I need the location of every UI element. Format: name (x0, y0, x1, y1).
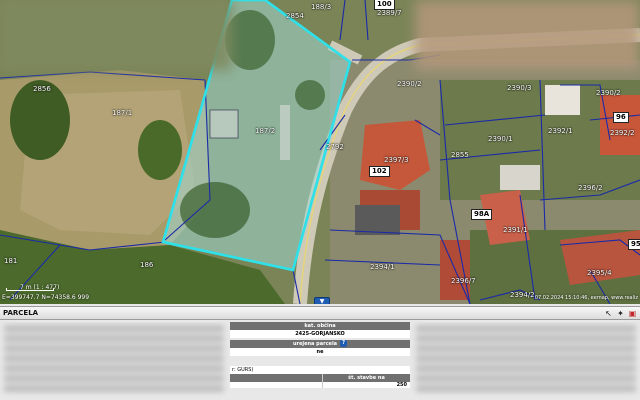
map-timestamp: 07.02.2024 15:10:46, eemap, www.realiz (534, 295, 638, 301)
parcel-label: 2395/4 (587, 269, 612, 277)
cadastral-municipality-value: 2425-GORJANSKO (230, 330, 410, 338)
house-number: 96 (613, 112, 629, 123)
parcel-label: 2394/1 (370, 263, 395, 271)
parcel-label: 2854 (286, 12, 304, 20)
cursor-icon[interactable]: ↖ (604, 309, 613, 318)
blurred-content-right (412, 322, 640, 400)
house-number: 98A (471, 209, 493, 220)
parcel-label: 2390/1 (488, 135, 513, 143)
blurred-area-top-left (0, 0, 232, 70)
building-number-header: št. stavbe na (322, 374, 410, 382)
house-number: 102 (369, 166, 390, 177)
parcel-label: 2397/3 (384, 156, 409, 164)
info-panel: PARCELA ↖ ✦ ▣ kat. občina 2425-GORJANSKO… (0, 304, 640, 400)
parcel-info-table: kat. občina 2425-GORJANSKO urejena parce… (230, 322, 410, 356)
house-number: 95 (628, 239, 640, 250)
app-window: 2854 188/3 2389/7 2856 187/1 187/2 2792 … (0, 0, 640, 400)
building-table-header-row: št. stavbe na (230, 374, 410, 382)
parcel-label: 2390/3 (507, 84, 532, 92)
parcel-label: 2392/2 (610, 129, 635, 137)
parcel-label: 2390/2 (397, 80, 422, 88)
parcel-label: 2856 (33, 85, 51, 93)
parcel-label: 186 (140, 261, 154, 269)
parcel-label-selected[interactable]: 187/2 (255, 128, 275, 135)
pin-icon[interactable]: ✦ (616, 309, 625, 318)
scale-label: 7 m (1 : 477) (20, 284, 60, 291)
blurred-area-top-right (415, 0, 640, 70)
house-number: 100 (374, 0, 395, 10)
parcel-label: 2396/7 (451, 277, 476, 285)
parcel-label: 2855 (451, 151, 469, 159)
blurred-content-left (0, 322, 228, 400)
coordinate-readout: E=399747.7 N=74358.6 999 (2, 294, 90, 301)
scale-bar: 7 m (1 : 477) E=399747.7 N=74358.6 999 (2, 284, 89, 304)
parcel-label: 188/3 (311, 3, 332, 11)
parcel-label: 2394/2 (510, 291, 535, 299)
parcel-label: 2392/1 (548, 127, 573, 135)
cadastral-municipality-header: kat. občina (230, 322, 410, 330)
panel-body: kat. občina 2425-GORJANSKO urejena parce… (0, 322, 640, 400)
parcel-label: 2391/1 (503, 226, 528, 234)
map-view[interactable]: 2854 188/3 2389/7 2856 187/1 187/2 2792 … (0, 0, 640, 304)
parcel-label: 187/1 (112, 109, 133, 117)
parcel-label: 2390/2 (596, 89, 621, 97)
regulated-parcel-header: urejena parcela? (230, 340, 410, 348)
help-icon[interactable]: ? (340, 340, 348, 347)
building-number-value: 250 (322, 382, 410, 388)
source-note: r: GURS) (230, 366, 410, 374)
parcel-label: 2389/7 (377, 9, 402, 17)
parcel-label: 2396/2 (578, 184, 603, 192)
regulated-parcel-value: ne (230, 348, 410, 356)
panel-header: PARCELA ↖ ✦ ▣ (0, 306, 640, 320)
building-table-row: 250 (230, 382, 410, 388)
panel-title: PARCELA (3, 309, 39, 317)
panel-collapse-button[interactable]: ▼ (314, 297, 330, 304)
pdf-icon[interactable]: ▣ (628, 309, 637, 318)
parcel-label: 2792 (326, 143, 344, 151)
parcel-label: 181 (4, 257, 18, 265)
